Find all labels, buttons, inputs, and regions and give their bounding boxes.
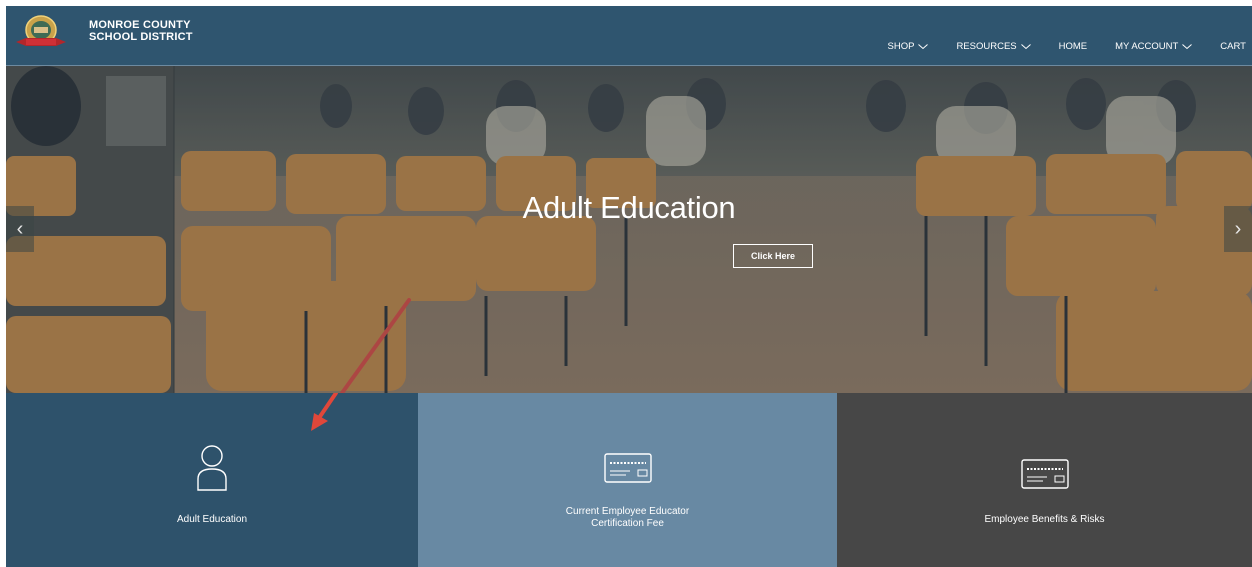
- chevron-down-icon: [1020, 43, 1031, 49]
- chevron-down-icon: [918, 43, 929, 49]
- brand-line-1: MONROE COUNTY: [89, 19, 191, 31]
- hero-overlay: [6, 66, 1252, 393]
- nav-item-my-account[interactable]: MY ACCOUNT: [1115, 41, 1193, 52]
- chevron-right-icon: ›: [1234, 217, 1242, 240]
- card-label: Employee Benefits & Risks: [984, 514, 1105, 525]
- user-icon: [197, 445, 227, 491]
- nav-item-label: MY ACCOUNT: [1115, 41, 1179, 52]
- card-adult-education[interactable]: Adult Education: [6, 393, 418, 567]
- slider-next-button[interactable]: ›: [1224, 206, 1252, 252]
- slider-prev-button[interactable]: ‹: [6, 206, 34, 252]
- card-educator-certification-fee[interactable]: Current Employee Educator Certification …: [418, 393, 837, 567]
- nav-item-label: HOME: [1058, 41, 1088, 52]
- credit-card-icon: [603, 453, 652, 483]
- annotation-arrow-head: [311, 393, 338, 431]
- card-label-line-2: Certification Fee: [591, 518, 664, 529]
- chevron-left-icon: ‹: [16, 217, 24, 240]
- hero-slider: Adult Education Click Here ‹ ›: [6, 66, 1252, 393]
- nav-item-label: RESOURCES: [956, 41, 1017, 52]
- main-nav: SHOP RESOURCES HOME MY ACCOUNT CART: [860, 41, 1247, 52]
- card-label-line-1: Current Employee Educator: [565, 506, 690, 517]
- card-label: Adult Education: [176, 514, 248, 525]
- nav-item-shop[interactable]: SHOP: [888, 41, 929, 52]
- chevron-down-icon: [1182, 43, 1193, 49]
- site-header: MONROE COUNTY SCHOOL DISTRICT SHOP RESOU…: [6, 6, 1252, 66]
- card-label: Current Employee Educator Certification …: [418, 506, 837, 530]
- click-here-button[interactable]: Click Here: [733, 244, 813, 268]
- nav-item-label: CART: [1220, 41, 1246, 52]
- brand-line-2: SCHOOL DISTRICT: [89, 31, 193, 43]
- nav-item-resources[interactable]: RESOURCES: [956, 41, 1031, 52]
- district-seal-icon[interactable]: [12, 12, 70, 52]
- category-cards: Adult Education Current Employee Educato…: [6, 393, 1252, 567]
- page-frame: MONROE COUNTY SCHOOL DISTRICT SHOP RESOU…: [6, 6, 1252, 567]
- brand-name[interactable]: MONROE COUNTY SCHOOL DISTRICT: [89, 19, 193, 43]
- credit-card-icon: [1020, 459, 1069, 489]
- card-employee-benefits[interactable]: Employee Benefits & Risks: [837, 393, 1252, 567]
- nav-item-cart[interactable]: CART: [1220, 41, 1246, 52]
- nav-item-home[interactable]: HOME: [1059, 41, 1088, 52]
- nav-item-label: SHOP: [887, 41, 915, 52]
- hero-title: Adult Education: [522, 190, 736, 225]
